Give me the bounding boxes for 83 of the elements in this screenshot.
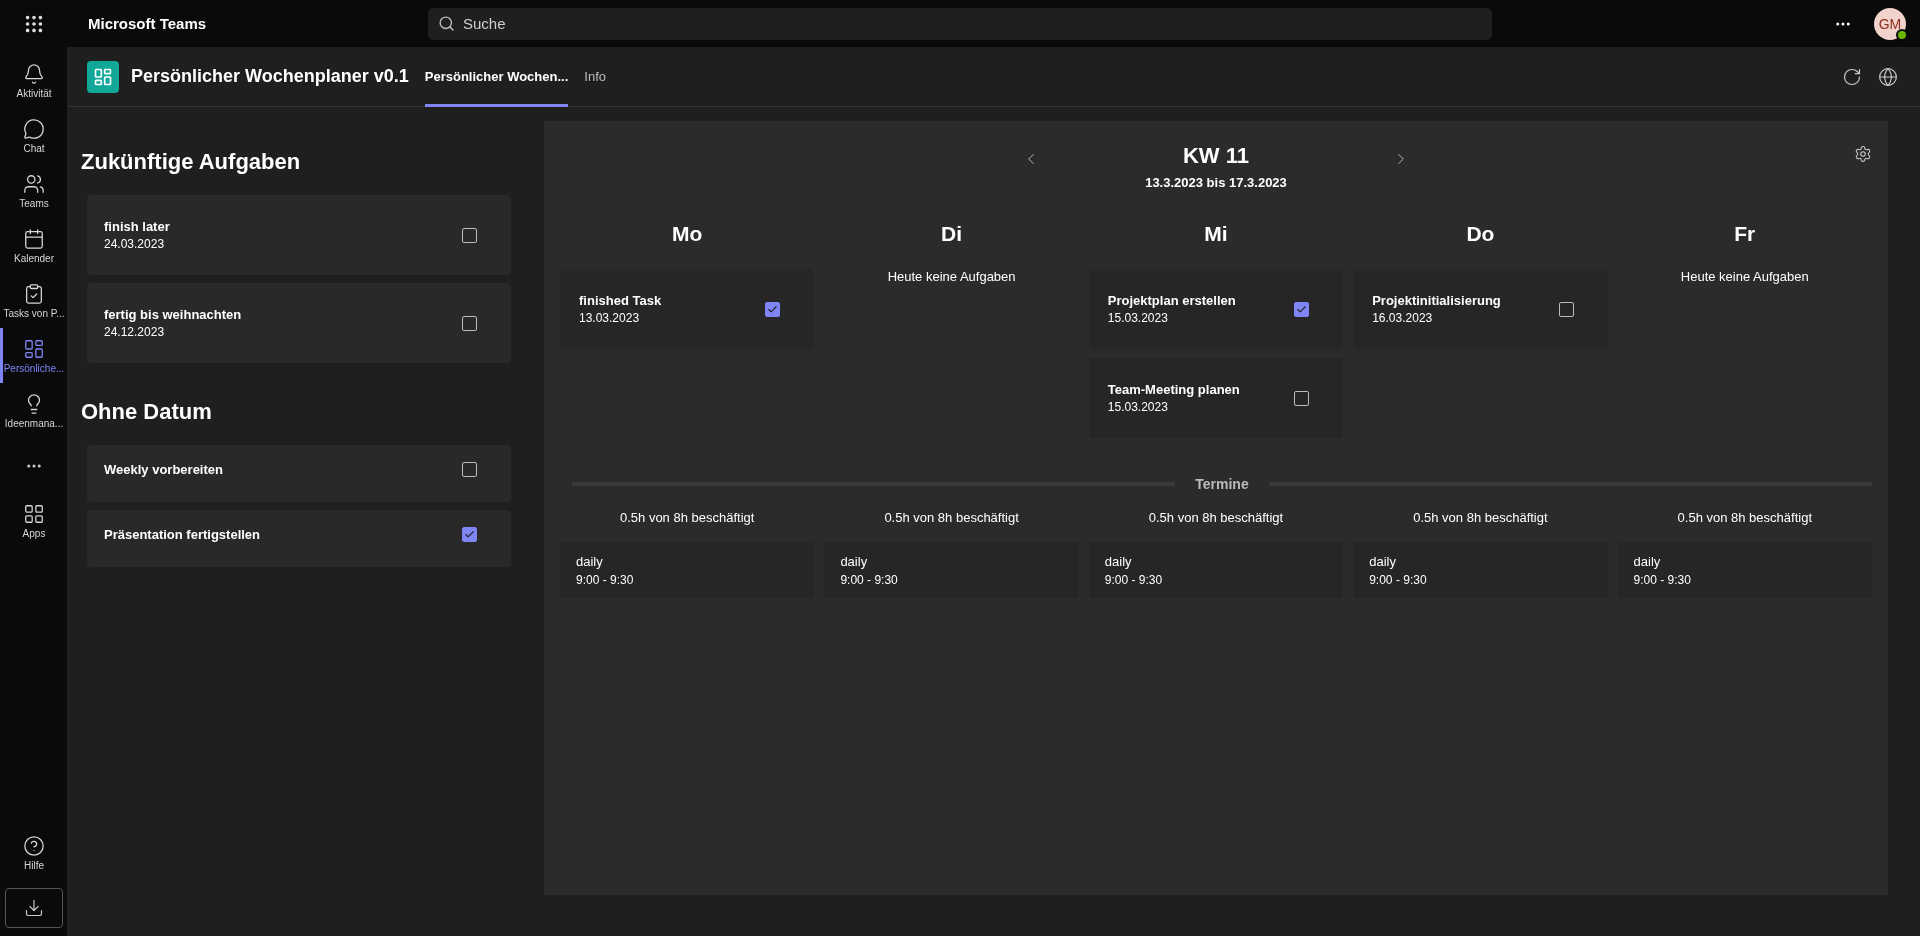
- event-title: daily: [576, 553, 604, 569]
- check-icon: [767, 303, 779, 315]
- day-name: Do: [1465, 222, 1496, 246]
- task-title: Projektplan erstellen: [1107, 293, 1237, 308]
- task-date: 13.03.2023: [579, 311, 641, 325]
- day-name: Mo: [671, 222, 704, 246]
- globe-icon[interactable]: [1878, 66, 1898, 87]
- checkbox[interactable]: [1294, 301, 1310, 317]
- task-date: 16.03.2023: [1372, 311, 1434, 325]
- tab[interactable]: Persönlicher Wochen...: [424, 46, 569, 107]
- day-name: Fr: [1733, 222, 1757, 246]
- busy-summary: 0.5h von 8h beschäftigt: [1147, 510, 1285, 525]
- task-title: finish later: [104, 219, 171, 234]
- week-range: 13.3.2023 bis 17.3.2023: [1145, 175, 1287, 190]
- dashboard-icon: [23, 337, 45, 360]
- rail-item[interactable]: Kalender: [0, 218, 67, 273]
- busy-summary: 0.5h von 8h beschäftigt: [883, 510, 1020, 525]
- busy-summary: 0.5h von 8h beschäftigt: [1412, 510, 1549, 525]
- people-icon: [23, 172, 45, 195]
- task-title: fertig bis weihnachten: [104, 307, 243, 322]
- section-title: Zukünftige Aufgaben: [81, 149, 302, 175]
- week-title: KW 11: [1183, 143, 1249, 169]
- help-icon: [23, 834, 45, 857]
- task-title: Weekly vorbereiten: [104, 462, 224, 477]
- app-title: Persönlicher Wochenplaner v0.1: [131, 66, 409, 87]
- task-date: 15.03.2023: [1107, 311, 1169, 325]
- settings-icon: [1854, 145, 1872, 163]
- day-name: Di: [940, 222, 964, 246]
- section-label: Termine: [1195, 476, 1249, 492]
- refresh-icon[interactable]: [1842, 66, 1862, 87]
- chat-icon: [23, 117, 45, 140]
- bell-icon: [23, 62, 45, 85]
- task-title: Präsentation fertigstellen: [104, 527, 262, 542]
- day-name: Mi: [1203, 222, 1229, 246]
- task-title: finished Task: [579, 293, 663, 308]
- clipboard-check-icon: [23, 282, 45, 305]
- section-title: Ohne Datum: [81, 399, 213, 425]
- empty-message: Heute keine Aufgaben: [1679, 269, 1810, 284]
- app-icon: [87, 60, 119, 93]
- download-icon: [23, 898, 44, 918]
- checkbox[interactable]: [1558, 301, 1574, 317]
- rail-item[interactable]: Tasks von P...: [0, 273, 67, 328]
- rail-item[interactable]: Ideenmana...: [0, 383, 67, 438]
- rail-item[interactable]: Hilfe: [0, 825, 67, 880]
- checkbox[interactable]: [765, 301, 781, 317]
- empty-message: Heute keine Aufgaben: [886, 269, 1017, 284]
- event-title: daily: [1369, 553, 1397, 569]
- download-button[interactable]: [4, 888, 63, 928]
- checkbox[interactable]: [1294, 390, 1310, 406]
- event-time: 9:00 - 9:30: [576, 572, 635, 587]
- settings-button[interactable]: [1854, 145, 1872, 163]
- checkbox[interactable]: [462, 315, 477, 331]
- avatar[interactable]: GM: [1874, 7, 1906, 40]
- task-date: 15.03.2023: [1107, 400, 1169, 414]
- checkbox[interactable]: [462, 462, 477, 477]
- rail-item[interactable]: Aktivität: [0, 53, 67, 108]
- tab[interactable]: Info: [584, 46, 606, 107]
- rail-item[interactable]: Apps: [0, 493, 67, 548]
- task-title: Projektinitialisierung: [1372, 293, 1502, 308]
- event-time: 9:00 - 9:30: [840, 572, 899, 587]
- event-time: 9:00 - 9:30: [1104, 572, 1164, 587]
- event-title: daily: [1104, 553, 1133, 569]
- event-title: daily: [1633, 553, 1662, 569]
- search-field[interactable]: Suche: [428, 7, 1492, 40]
- busy-summary: 0.5h von 8h beschäftigt: [618, 510, 756, 525]
- checkbox[interactable]: [462, 527, 477, 542]
- task-title: Team-Meeting planen: [1107, 382, 1241, 397]
- grid-icon: [23, 502, 45, 525]
- task-date: 24.12.2023: [104, 325, 166, 339]
- rail-item[interactable]: Persönliche...: [0, 328, 67, 383]
- task-date: 24.03.2023: [104, 237, 166, 251]
- checkbox[interactable]: [462, 227, 477, 243]
- rail-item[interactable]: Chat: [0, 108, 67, 163]
- check-icon: [464, 529, 475, 540]
- busy-summary: 0.5h von 8h beschäftigt: [1676, 510, 1813, 525]
- app-name: Microsoft Teams: [88, 15, 208, 32]
- event-time: 9:00 - 9:30: [1633, 572, 1692, 587]
- search-icon: [438, 14, 455, 32]
- check-icon: [1296, 303, 1308, 315]
- event-time: 9:00 - 9:30: [1369, 572, 1428, 587]
- calendar-icon: [23, 227, 45, 250]
- event-title: daily: [840, 553, 869, 569]
- rail-item[interactable]: Teams: [0, 163, 67, 218]
